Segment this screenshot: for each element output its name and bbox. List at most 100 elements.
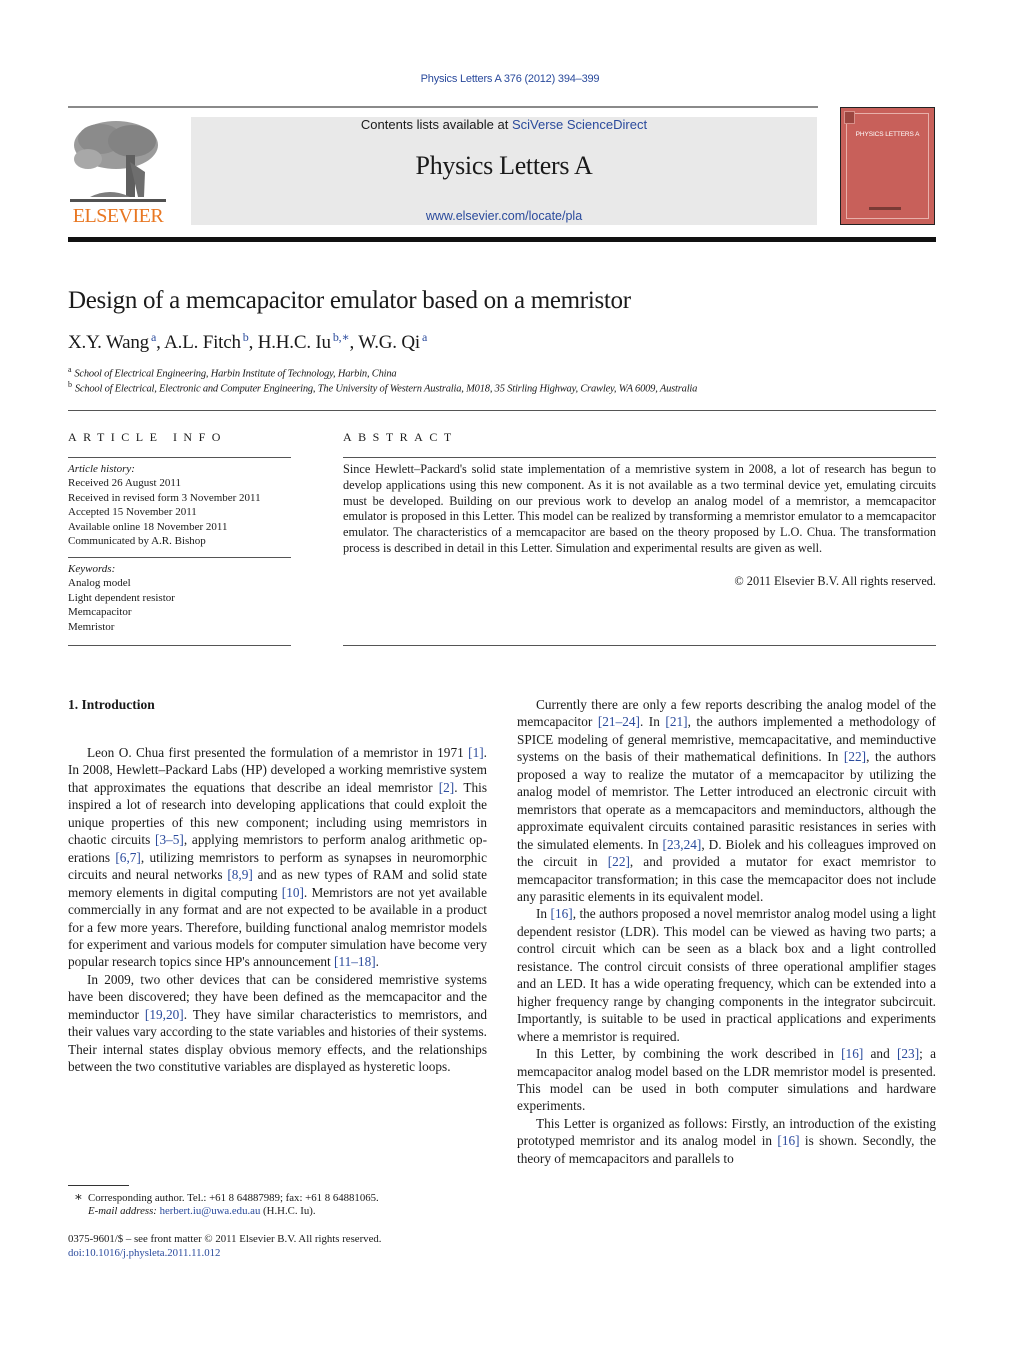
cover-title: PHYSICS LETTERS A [855,131,920,138]
info-rule [68,557,291,558]
contents-line: Contents lists available at SciVerse Sci… [191,117,817,132]
citation-link[interactable]: [16] [551,906,573,921]
header-rule [68,106,818,108]
author-list: X.Y. Wang a, A.L. Fitch b, H.H.C. Iu b,∗, W… [68,330,427,354]
body-column-right: Currently there are only a few reports d… [517,696,936,1167]
affiliation-b: b School of Electrical, Electronic and Co… [68,380,697,395]
body-paragraph: In 2009, two other devices that can be c… [68,971,487,1076]
citation-link[interactable]: [1] [468,745,484,760]
author-name[interactable]: H.H.C. Iu [258,332,331,353]
citation-link[interactable]: [11–18] [334,954,376,969]
cover-footer-mark [869,207,901,210]
body-paragraph: In [16], the authors proposed a novel me… [517,905,936,1045]
history-item: Received 26 August 2011 [68,477,181,490]
author-separator: , [349,332,359,353]
info-rule [68,645,291,646]
citation-link[interactable]: [23] [897,1046,919,1061]
email-footnote: E-mail address: herbert.iu@uwa.edu.au (H… [88,1205,316,1217]
citation-link[interactable]: [21–24] [598,714,640,729]
keyword-item: Memristor [68,620,115,633]
citation-link[interactable]: [19,20] [145,1007,184,1022]
sciencedirect-link[interactable]: SciVerse ScienceDirect [512,117,647,132]
citation-link[interactable]: [23,24] [663,837,702,852]
doi-link[interactable]: doi:10.1016/j.physleta.2011.11.012 [68,1247,220,1259]
body-text: . [375,954,379,970]
title-rule [68,410,936,411]
journal-masthead: Contents lists available at SciVerse Sci… [191,117,817,225]
cover-frame [846,113,929,219]
affiliation-mark: b [68,380,72,389]
keywords-label: Keywords: [68,563,116,575]
history-label: Article history: [68,463,135,475]
author-name[interactable]: W.G. Qi [358,332,420,353]
section-heading: 1. Introduction [68,697,155,712]
header-thick-rule [68,237,936,242]
body-column-left: Leon O. Chua first presented the formula… [68,744,487,1076]
elsevier-tree-icon [70,121,166,202]
info-rule [68,457,291,458]
corresponding-author-footnote: ∗ Corresponding author. Tel.: +61 8 64887… [74,1189,379,1205]
keywords: Keywords: Analog model Light dependent r… [68,562,175,634]
corresponding-text: Corresponding author. Tel.: +61 8 648879… [88,1192,379,1204]
history-item: Communicated by A.R. Bishop [68,535,206,548]
author-separator: , [156,332,165,353]
footnote-mark: ∗ [74,1189,83,1204]
body-paragraph: Currently there are only a few reports d… [517,696,936,905]
email-owner: (H.H.C. Iu). [260,1205,316,1217]
author-affiliation-mark[interactable]: b,∗ [333,330,350,344]
issn-line: 0375-9601/$ – see front matter © 2011 El… [68,1233,382,1245]
keyword-item: Light dependent resistor [68,591,175,604]
abstract-text: Since Hewlett–Packard's solid state impl… [343,462,936,555]
abstract-copyright: © 2011 Elsevier B.V. All rights reserved… [734,574,936,588]
cover-emblem-icon [844,111,855,124]
author-affiliation-mark[interactable]: a [422,330,427,344]
history-item: Received in revised form 3 November 2011 [68,491,261,504]
citation-link[interactable]: [16] [777,1133,799,1148]
citation-link[interactable]: [21] [665,714,687,729]
body-paragraph: Leon O. Chua first presented the formula… [68,744,487,971]
article-history: Article history: Received 26 August 2011… [68,462,261,548]
history-item: Accepted 15 November 2011 [68,506,197,519]
keyword-item: Analog model [68,577,131,590]
article-title: Design of a memcapacitor emulator based … [68,287,631,314]
elsevier-wordmark: ELSEVIER [72,205,164,227]
history-item: Available online 18 November 2011 [68,520,228,533]
body-text: In this Letter, by combining the work de… [536,1046,842,1062]
affiliation-text: School of Electrical, Electronic and Com… [74,383,698,395]
body-paragraph: In this Letter, by combining the work de… [517,1045,936,1115]
citation-link[interactable]: [6,7] [115,850,140,865]
abstract-rule [343,645,936,646]
body-paragraph: This Letter is organized as follows: Fir… [517,1115,936,1167]
citation-link[interactable]: [3–5] [155,832,184,847]
affiliation-mark: a [68,365,72,374]
citation-link[interactable]: [16] [841,1046,863,1061]
body-text: , the authors proposed a novel memristor… [517,906,936,1044]
keyword-item: Memcapacitor [68,606,132,619]
author-separator: , [248,332,258,353]
body-text: Leon O. Chua first presented the formula… [87,745,469,760]
affiliation-a: a School of Electrical Engineering, Harbi… [68,365,397,380]
body-text: and [863,1046,897,1062]
email-link[interactable]: herbert.iu@uwa.edu.au [160,1205,261,1217]
article-info-heading: ARTICLE INFO [68,430,227,444]
contents-prefix: Contents lists available at [360,117,512,132]
abstract-heading: ABSTRACT [343,430,458,444]
citation-link[interactable]: [22] [608,854,630,869]
citation-link[interactable]: [8,9] [227,867,252,882]
body-text: In [536,906,551,922]
elsevier-logo[interactable]: ELSEVIER [68,117,168,227]
author-name[interactable]: X.Y. Wang [68,332,149,353]
body-text: . In [639,714,666,730]
journal-url-link[interactable]: www.elsevier.com/locate/pla [191,209,817,223]
author-name[interactable]: A.L. Fitch [164,332,241,353]
citation-link[interactable]: [2] [439,780,455,795]
journal-cover-image[interactable]: PHYSICS LETTERS A [840,107,935,225]
citation-link[interactable]: [22] [844,749,866,764]
email-label: E-mail address: [88,1205,157,1217]
citation-link[interactable]: [10] [282,885,304,900]
journal-title: Physics Letters A [415,151,593,180]
footnote-rule [68,1185,129,1186]
affiliation-text: School of Electrical Engineering, Harbin… [74,368,397,380]
abstract-rule [343,457,936,458]
journal-reference-link[interactable]: Physics Letters A 376 (2012) 394–399 [0,73,1020,85]
